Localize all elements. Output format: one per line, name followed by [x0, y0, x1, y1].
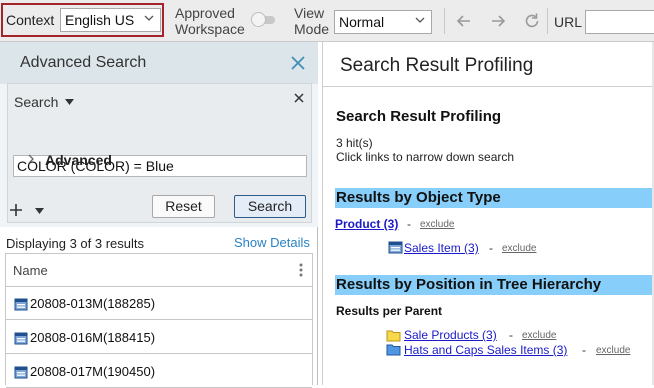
exclude-link[interactable]: exclude — [522, 330, 556, 341]
chevron-down-icon — [144, 15, 154, 21]
results-per-parent-label: Results per Parent — [336, 304, 443, 318]
grid-header: Name — [6, 254, 312, 287]
view-mode-select[interactable]: Normal — [334, 10, 432, 34]
separator-dash: - — [489, 241, 493, 255]
advanced-toggle[interactable]: Advanced — [45, 152, 112, 168]
sale-products-link[interactable]: Sale Products (3) — [404, 328, 497, 342]
sales-item-link[interactable]: Sales Item (3) — [404, 241, 479, 255]
row-name: 20808-017M(190450) — [30, 364, 156, 379]
search-button[interactable]: Search — [234, 195, 306, 218]
show-details-link[interactable]: Show Details — [234, 235, 310, 250]
table-row[interactable]: 20808-017M(190450) — [6, 355, 312, 388]
context-label: Context — [6, 12, 55, 28]
caret-down-icon[interactable] — [65, 99, 74, 105]
folder-icon — [386, 344, 401, 356]
add-icon[interactable] — [8, 202, 24, 218]
panel-title: Advanced Search — [20, 54, 147, 71]
reset-button[interactable]: Reset — [152, 195, 215, 218]
exclude-link[interactable]: exclude — [420, 219, 454, 230]
item-icon — [388, 241, 403, 254]
results-count: Displaying 3 of 3 results — [6, 236, 145, 251]
profiling-header-title: Search Result Profiling — [340, 55, 534, 76]
item-icon — [14, 366, 28, 379]
separator-dash: - — [509, 328, 513, 342]
section-tree-hierarchy: Results by Position in Tree Hierarchy — [335, 275, 654, 295]
profiling-header: Search Result Profiling — [323, 42, 654, 87]
more-options-icon[interactable] — [299, 262, 303, 278]
item-icon — [14, 298, 28, 311]
approved-workspace-toggle[interactable] — [251, 12, 277, 27]
item-icon — [14, 332, 28, 345]
product-link[interactable]: Product (3) — [335, 217, 398, 231]
forward-arrow-icon[interactable] — [488, 11, 508, 31]
toolbar-divider — [547, 8, 548, 34]
url-input[interactable] — [585, 10, 654, 34]
profiling-title: Search Result Profiling — [336, 108, 502, 125]
view-mode-value: Normal — [339, 14, 385, 30]
context-select-value: English US — [65, 12, 135, 28]
approved-workspace-label: Approved Workspace — [175, 5, 245, 37]
hint-text: Click links to narrow down search — [336, 150, 515, 164]
advanced-search-panel: Advanced Search Search COLOR (COLOR) = B… — [0, 42, 318, 388]
exclude-link[interactable]: exclude — [502, 243, 536, 254]
table-row[interactable]: 20808-013M(188285) — [6, 287, 312, 320]
back-arrow-icon[interactable] — [454, 11, 474, 31]
criteria-type-label[interactable]: Search — [14, 94, 58, 110]
separator-dash: - — [407, 217, 411, 231]
hits-info: 3 hit(s) Click links to narrow down sear… — [336, 136, 514, 164]
close-icon[interactable] — [293, 92, 305, 104]
chevron-down-icon — [415, 17, 425, 23]
refresh-icon[interactable] — [522, 11, 542, 31]
context-select[interactable]: English US — [60, 8, 161, 32]
toggle-knob — [251, 12, 266, 27]
url-label: URL — [554, 14, 583, 30]
row-name: 20808-013M(188285) — [30, 296, 156, 311]
view-mode-label: View Mode — [294, 5, 330, 37]
close-icon[interactable] — [290, 55, 306, 71]
caret-down-icon[interactable] — [35, 208, 44, 214]
toolbar-divider — [444, 8, 445, 34]
column-header-name[interactable]: Name — [13, 263, 48, 278]
hit-count: 3 hit(s) — [336, 136, 373, 150]
profiling-panel: Search Result Profiling Search Result Pr… — [322, 42, 654, 385]
panel-header: Advanced Search — [0, 42, 318, 84]
table-row[interactable]: 20808-016M(188415) — [6, 321, 312, 354]
exclude-link[interactable]: exclude — [596, 345, 630, 356]
section-object-type: Results by Object Type — [335, 188, 654, 208]
chevron-right-icon[interactable] — [27, 154, 35, 164]
row-name: 20808-016M(188415) — [30, 330, 156, 345]
folder-icon — [386, 330, 401, 342]
top-toolbar: Context English US Approved Workspace Vi… — [0, 0, 654, 42]
separator-dash: - — [582, 343, 586, 357]
hats-caps-link[interactable]: Hats and Caps Sales Items (3) — [404, 343, 567, 357]
results-grid: Name 20808-013M(188285) 20808-016M(18841… — [5, 253, 313, 388]
